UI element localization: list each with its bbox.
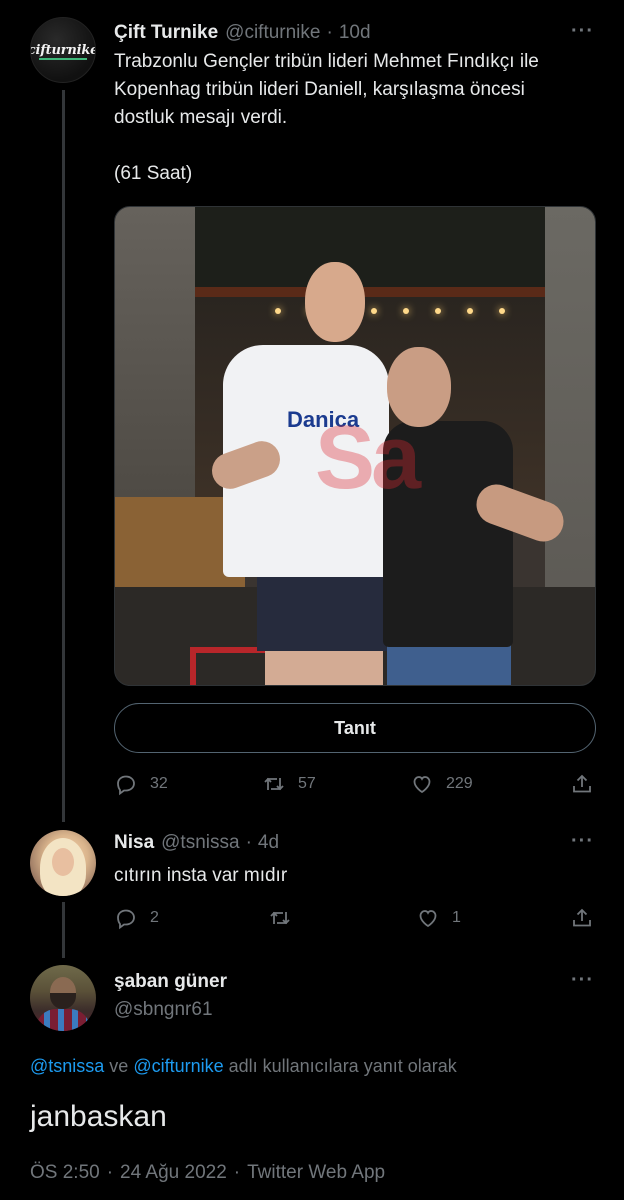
more-icon[interactable]: ··· <box>571 830 594 853</box>
photo-watermark: Sa <box>315 408 421 508</box>
tweet3-text: janbaskan <box>30 1100 167 1133</box>
separator-dot: · <box>326 22 333 43</box>
author-handle[interactable]: @sbngnr61 <box>114 999 213 1021</box>
avatar-shirt <box>36 1009 90 1031</box>
share-icon <box>573 908 591 927</box>
tweet3-handle-row: @sbngnr61 <box>114 999 213 1021</box>
like-count: 1 <box>452 909 461 926</box>
tweet1-text: Trabzonlu Gençler tribün lideri Mehmet F… <box>114 48 594 188</box>
avatar-logo-stripe <box>39 58 87 60</box>
translate-button[interactable]: Tanıt <box>114 703 596 753</box>
author-name[interactable]: Nisa <box>114 832 154 854</box>
replying-to: @tsnissa ve @cifturnike adlı kullanıcıla… <box>30 1056 457 1077</box>
tweet-date[interactable]: 24 Ağu 2022 <box>120 1162 227 1183</box>
like-button[interactable]: 229 <box>410 772 473 796</box>
like-icon <box>413 776 431 794</box>
more-icon[interactable]: ··· <box>571 20 594 43</box>
share-icon <box>573 774 591 793</box>
mention-cifturnike[interactable]: @cifturnike <box>133 1056 223 1076</box>
thread-line-1 <box>62 90 65 822</box>
tweet3-name-row: şaban güner <box>114 971 227 993</box>
tweet1-line-1: Trabzonlu Gençler tribün lideri Mehmet F… <box>114 51 539 72</box>
tweet1-line-2: Kopenhag tribün lideri Daniell, karşılaş… <box>114 79 525 100</box>
photo-person1-shorts <box>257 567 387 651</box>
author-handle[interactable]: @tsnissa <box>161 832 239 854</box>
author-name[interactable]: şaban güner <box>114 971 227 993</box>
tweet1-header: Çift Turnike @cifturnike · 10d <box>114 22 371 44</box>
separator-dot: · <box>106 1162 114 1183</box>
separator-dot: · <box>233 1162 241 1183</box>
tweet-time[interactable]: 10d <box>339 22 371 44</box>
retweet-button[interactable]: 57 <box>262 772 316 796</box>
tweet1-actions: 32 57 229 <box>114 772 600 798</box>
like-count: 229 <box>446 775 473 792</box>
tweet-time[interactable]: ÖS 2:50 <box>30 1162 100 1183</box>
avatar-saban[interactable] <box>30 965 96 1031</box>
mention-tsnissa[interactable]: @tsnissa <box>30 1056 104 1076</box>
reply-count: 32 <box>150 775 168 792</box>
tweet-time[interactable]: 4d <box>258 832 279 854</box>
author-handle[interactable]: @cifturnike <box>225 22 320 44</box>
avatar-nisa[interactable] <box>30 830 96 896</box>
more-icon[interactable]: ··· <box>571 969 594 992</box>
reply-icon <box>117 775 135 796</box>
tweet2-header: Nisa @tsnissa · 4d <box>114 832 279 854</box>
avatar-logo-text: cifturnike <box>30 42 96 58</box>
avatar-beard <box>50 993 76 1009</box>
replying-to-and: ve <box>104 1056 134 1076</box>
like-icon <box>419 910 437 928</box>
tweet1-line-4: (61 Saat) <box>114 163 193 184</box>
reply-button[interactable]: 2 <box>114 906 159 930</box>
separator-dot: · <box>245 832 252 853</box>
reply-icon <box>117 909 135 930</box>
author-name[interactable]: Çift Turnike <box>114 22 218 44</box>
photo-window-frame <box>195 207 547 297</box>
like-button[interactable]: 1 <box>416 906 461 930</box>
retweet-count: 57 <box>298 775 316 792</box>
reply-button[interactable]: 32 <box>114 772 168 796</box>
reply-count: 2 <box>150 909 159 926</box>
tweet-source[interactable]: Twitter Web App <box>247 1162 385 1183</box>
tweet2-actions: 2 1 <box>114 906 600 932</box>
tweet-photo[interactable]: Danica Sa <box>114 206 596 686</box>
tweet1-line-3: dostluk mesajı verdi. <box>114 107 288 128</box>
replying-to-label: adlı kullanıcılara yanıt olarak <box>223 1056 457 1076</box>
photo-person1-legs <box>265 647 383 685</box>
avatar-cifturnike[interactable]: cifturnike <box>30 17 96 83</box>
retweet-icon <box>270 911 290 925</box>
share-button[interactable] <box>570 906 606 930</box>
thread-line-2 <box>62 902 65 958</box>
tweet-metadata: ÖS 2:50 · 24 Ağu 2022 · Twitter Web App <box>30 1162 385 1184</box>
photo-person1-head <box>305 262 365 342</box>
avatar-face <box>52 848 74 876</box>
tweet2-text: cıtırın insta var mıdır <box>114 865 288 886</box>
tweet1-blank-line <box>114 132 594 160</box>
retweet-button[interactable] <box>268 906 304 930</box>
share-button[interactable] <box>570 772 606 796</box>
retweet-icon <box>264 777 284 791</box>
